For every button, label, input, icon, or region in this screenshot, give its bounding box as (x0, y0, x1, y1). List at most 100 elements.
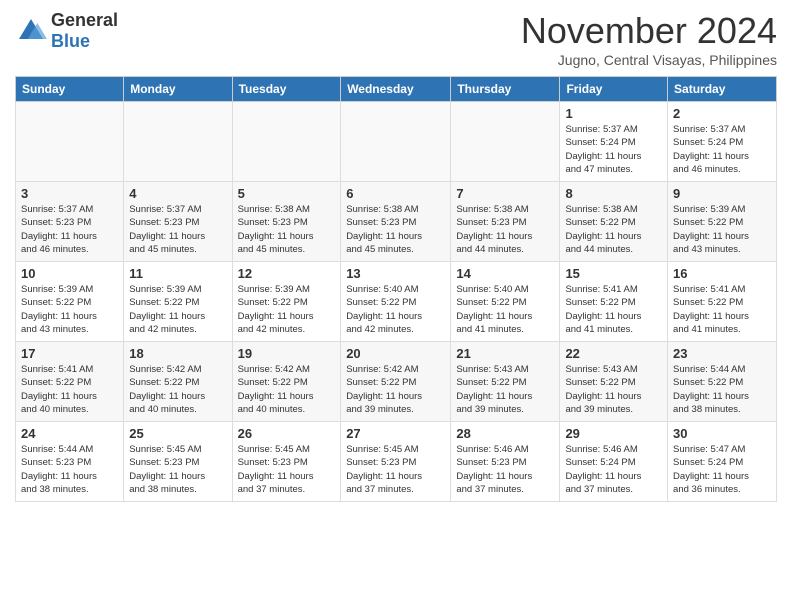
calendar-table: SundayMondayTuesdayWednesdayThursdayFrid… (15, 76, 777, 502)
calendar-cell: 12Sunrise: 5:39 AMSunset: 5:22 PMDayligh… (232, 262, 341, 342)
calendar-cell (232, 102, 341, 182)
calendar-cell (451, 102, 560, 182)
calendar-cell: 22 Sunrise: 5:43 AMSunset: 5:22 PMDayligh… (560, 342, 668, 422)
column-header-thursday: Thursday (451, 77, 560, 102)
day-number: 24 (21, 426, 118, 441)
calendar-week-4: 17 Sunrise: 5:41 AMSunset: 5:22 PMDayligh… (16, 342, 777, 422)
day-number: 15 (565, 266, 662, 281)
calendar-cell (16, 102, 124, 182)
day-number: 21 (456, 346, 554, 361)
calendar-cell: 20Sunrise: 5:42 AMSunset: 5:22 PMDayligh… (341, 342, 451, 422)
day-info: Sunrise: 5:39 AMSunset: 5:22 PMDaylight:… (21, 283, 118, 336)
calendar-cell: 18Sunrise: 5:42 AMSunset: 5:22 PMDayligh… (124, 342, 232, 422)
day-info: Sunrise: 5:40 AMSunset: 5:22 PMDaylight:… (456, 283, 554, 336)
day-info: Sunrise: 5:40 AMSunset: 5:22 PMDaylight:… (346, 283, 445, 336)
day-number: 10 (21, 266, 118, 281)
day-number: 8 (565, 186, 662, 201)
column-header-wednesday: Wednesday (341, 77, 451, 102)
calendar-cell: 5 Sunrise: 5:38 AMSunset: 5:23 PMDaylight… (232, 182, 341, 262)
day-number: 25 (129, 426, 226, 441)
calendar-cell: 24 Sunrise: 5:44 AMSunset: 5:23 PMDayligh… (16, 422, 124, 502)
day-info: Sunrise: 5:38 AMSunset: 5:23 PMDaylight:… (456, 203, 554, 256)
column-header-friday: Friday (560, 77, 668, 102)
day-number: 6 (346, 186, 445, 201)
day-number: 1 (565, 106, 662, 121)
day-number: 17 (21, 346, 118, 361)
calendar-cell: 6 Sunrise: 5:38 AMSunset: 5:23 PMDaylight… (341, 182, 451, 262)
day-info: Sunrise: 5:42 AMSunset: 5:22 PMDaylight:… (238, 363, 336, 416)
calendar-cell: 26Sunrise: 5:45 AMSunset: 5:23 PMDayligh… (232, 422, 341, 502)
day-number: 23 (673, 346, 771, 361)
day-info: Sunrise: 5:42 AMSunset: 5:22 PMDaylight:… (346, 363, 445, 416)
day-number: 2 (673, 106, 771, 121)
calendar-cell: 11Sunrise: 5:39 AMSunset: 5:22 PMDayligh… (124, 262, 232, 342)
day-info: Sunrise: 5:44 AMSunset: 5:23 PMDaylight:… (21, 443, 118, 496)
day-info: Sunrise: 5:39 AMSunset: 5:22 PMDaylight:… (238, 283, 336, 336)
calendar-cell: 19Sunrise: 5:42 AMSunset: 5:22 PMDayligh… (232, 342, 341, 422)
day-info: Sunrise: 5:46 AMSunset: 5:24 PMDaylight:… (565, 443, 662, 496)
day-info: Sunrise: 5:45 AMSunset: 5:23 PMDaylight:… (129, 443, 226, 496)
header: General Blue November 2024 Jugno, Centra… (15, 10, 777, 68)
day-info: Sunrise: 5:41 AMSunset: 5:22 PMDaylight:… (673, 283, 771, 336)
day-info: Sunrise: 5:38 AMSunset: 5:23 PMDaylight:… (346, 203, 445, 256)
day-number: 30 (673, 426, 771, 441)
day-number: 29 (565, 426, 662, 441)
day-number: 4 (129, 186, 226, 201)
day-info: Sunrise: 5:47 AMSunset: 5:24 PMDaylight:… (673, 443, 771, 496)
day-info: Sunrise: 5:43 AMSunset: 5:22 PMDaylight:… (456, 363, 554, 416)
calendar-cell: 4 Sunrise: 5:37 AMSunset: 5:23 PMDaylight… (124, 182, 232, 262)
day-info: Sunrise: 5:38 AMSunset: 5:23 PMDaylight:… (238, 203, 336, 256)
calendar-cell: 30 Sunrise: 5:47 AMSunset: 5:24 PMDayligh… (668, 422, 777, 502)
day-number: 13 (346, 266, 445, 281)
calendar-cell (124, 102, 232, 182)
calendar-cell: 2 Sunrise: 5:37 AMSunset: 5:24 PMDaylight… (668, 102, 777, 182)
day-info: Sunrise: 5:46 AMSunset: 5:23 PMDaylight:… (456, 443, 554, 496)
day-info: Sunrise: 5:45 AMSunset: 5:23 PMDaylight:… (346, 443, 445, 496)
calendar-cell: 27 Sunrise: 5:45 AMSunset: 5:23 PMDayligh… (341, 422, 451, 502)
day-number: 9 (673, 186, 771, 201)
day-info: Sunrise: 5:37 AMSunset: 5:23 PMDaylight:… (129, 203, 226, 256)
location: Jugno, Central Visayas, Philippines (521, 52, 777, 68)
day-number: 22 (565, 346, 662, 361)
calendar-cell: 9 Sunrise: 5:39 AMSunset: 5:22 PMDaylight… (668, 182, 777, 262)
calendar-cell: 13 Sunrise: 5:40 AMSunset: 5:22 PMDayligh… (341, 262, 451, 342)
day-number: 11 (129, 266, 226, 281)
day-number: 27 (346, 426, 445, 441)
logo-icon (15, 15, 47, 47)
day-info: Sunrise: 5:45 AMSunset: 5:23 PMDaylight:… (238, 443, 336, 496)
day-info: Sunrise: 5:41 AMSunset: 5:22 PMDaylight:… (565, 283, 662, 336)
day-info: Sunrise: 5:43 AMSunset: 5:22 PMDaylight:… (565, 363, 662, 416)
page-container: General Blue November 2024 Jugno, Centra… (0, 0, 792, 512)
calendar-header-row: SundayMondayTuesdayWednesdayThursdayFrid… (16, 77, 777, 102)
calendar-week-2: 3Sunrise: 5:37 AMSunset: 5:23 PMDaylight… (16, 182, 777, 262)
day-info: Sunrise: 5:37 AMSunset: 5:24 PMDaylight:… (673, 123, 771, 176)
calendar-cell: 14 Sunrise: 5:40 AMSunset: 5:22 PMDayligh… (451, 262, 560, 342)
calendar-cell: 28Sunrise: 5:46 AMSunset: 5:23 PMDayligh… (451, 422, 560, 502)
day-info: Sunrise: 5:37 AMSunset: 5:23 PMDaylight:… (21, 203, 118, 256)
calendar-cell: 25 Sunrise: 5:45 AMSunset: 5:23 PMDayligh… (124, 422, 232, 502)
column-header-monday: Monday (124, 77, 232, 102)
day-info: Sunrise: 5:41 AMSunset: 5:22 PMDaylight:… (21, 363, 118, 416)
calendar-cell: 15 Sunrise: 5:41 AMSunset: 5:22 PMDayligh… (560, 262, 668, 342)
day-info: Sunrise: 5:39 AMSunset: 5:22 PMDaylight:… (673, 203, 771, 256)
logo-general-text: General (51, 10, 118, 31)
day-number: 16 (673, 266, 771, 281)
calendar-week-5: 24 Sunrise: 5:44 AMSunset: 5:23 PMDayligh… (16, 422, 777, 502)
column-header-saturday: Saturday (668, 77, 777, 102)
day-number: 18 (129, 346, 226, 361)
day-number: 5 (238, 186, 336, 201)
calendar-week-1: 1 Sunrise: 5:37 AMSunset: 5:24 PMDaylight… (16, 102, 777, 182)
calendar-cell: 17 Sunrise: 5:41 AMSunset: 5:22 PMDayligh… (16, 342, 124, 422)
calendar-cell: 16 Sunrise: 5:41 AMSunset: 5:22 PMDayligh… (668, 262, 777, 342)
logo-text: General Blue (51, 10, 118, 52)
day-info: Sunrise: 5:38 AMSunset: 5:22 PMDaylight:… (565, 203, 662, 256)
day-number: 7 (456, 186, 554, 201)
day-info: Sunrise: 5:37 AMSunset: 5:24 PMDaylight:… (565, 123, 662, 176)
calendar-cell (341, 102, 451, 182)
column-header-tuesday: Tuesday (232, 77, 341, 102)
calendar-cell: 1 Sunrise: 5:37 AMSunset: 5:24 PMDaylight… (560, 102, 668, 182)
month-title: November 2024 (521, 10, 777, 52)
day-number: 14 (456, 266, 554, 281)
title-section: November 2024 Jugno, Central Visayas, Ph… (521, 10, 777, 68)
calendar-cell: 21 Sunrise: 5:43 AMSunset: 5:22 PMDayligh… (451, 342, 560, 422)
